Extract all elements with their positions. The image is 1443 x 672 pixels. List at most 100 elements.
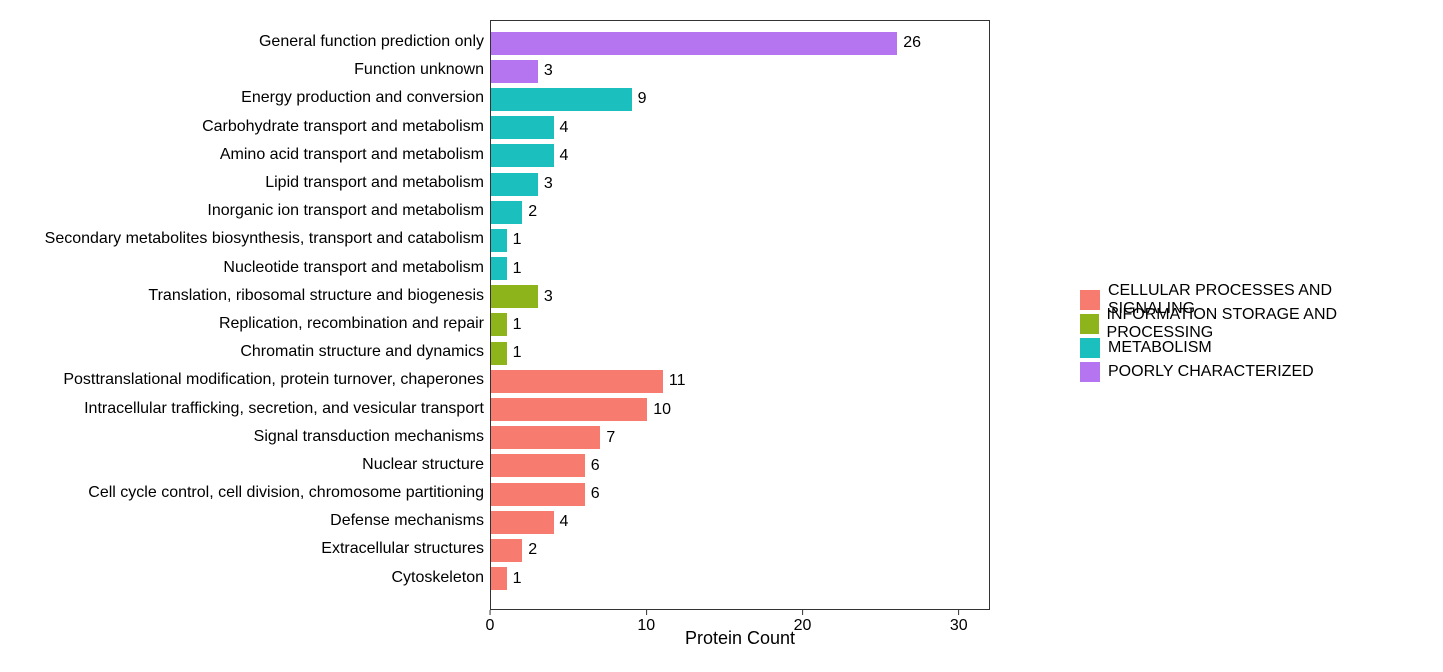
category-label: Translation, ribosomal structure and bio… [148, 287, 484, 305]
y-axis-label: Function unknown [20, 56, 490, 84]
bar-row: 4 [491, 114, 989, 142]
bar [491, 88, 632, 111]
category-label: Posttranslational modification, protein … [63, 371, 484, 389]
bar-value-label: 3 [544, 175, 553, 193]
bar-row: 26 [491, 29, 989, 57]
category-label: Cell cycle control, cell division, chrom… [88, 484, 484, 502]
category-label: Function unknown [354, 61, 484, 79]
bar-row: 11 [491, 367, 989, 395]
y-axis-label: Posttranslational modification, protein … [20, 366, 490, 394]
bar-value-label: 26 [903, 34, 921, 52]
bar-value-label: 9 [638, 90, 647, 108]
x-axis-tick: 10 [637, 610, 655, 635]
bar-value-label: 1 [513, 231, 522, 249]
category-label: Chromatin structure and dynamics [240, 343, 484, 361]
y-axis-label: General function prediction only [20, 28, 490, 56]
bar [491, 285, 538, 308]
bar-value-label: 1 [513, 316, 522, 334]
plot-panel: 26394432113111110766421 [490, 20, 990, 610]
category-label: Energy production and conversion [241, 89, 484, 107]
y-axis-label: Secondary metabolites biosynthesis, tran… [20, 225, 490, 253]
category-label: Amino acid transport and metabolism [220, 146, 484, 164]
x-tick-value: 0 [486, 617, 495, 635]
bar-row: 9 [491, 85, 989, 113]
bar-value-label: 2 [528, 541, 537, 559]
y-axis-label: Defense mechanisms [20, 507, 490, 535]
bar [491, 201, 522, 224]
bar [491, 144, 554, 167]
bar-row: 3 [491, 170, 989, 198]
legend-item: METABOLISM [1080, 337, 1423, 359]
category-label: Extracellular structures [321, 540, 484, 558]
bar-row: 3 [491, 57, 989, 85]
bar-value-label: 1 [513, 260, 522, 278]
bar [491, 483, 585, 506]
legend-item: INFORMATION STORAGE AND PROCESSING [1080, 313, 1423, 335]
bar [491, 370, 663, 393]
x-tick-value: 30 [950, 617, 968, 635]
y-axis-label: Lipid transport and metabolism [20, 169, 490, 197]
bar [491, 426, 600, 449]
bar-row: 1 [491, 255, 989, 283]
y-axis-label: Translation, ribosomal structure and bio… [20, 282, 490, 310]
bar [491, 539, 522, 562]
legend-swatch [1080, 362, 1100, 382]
legend-swatch [1080, 314, 1099, 334]
y-axis-label: Nucleotide transport and metabolism [20, 254, 490, 282]
bars-layer: 26394432113111110766421 [491, 21, 989, 609]
legend-label: METABOLISM [1108, 339, 1212, 357]
bar-value-label: 4 [560, 513, 569, 531]
bar-row: 6 [491, 480, 989, 508]
bar-row: 1 [491, 339, 989, 367]
bar-row: 6 [491, 452, 989, 480]
y-axis-label: Intracellular trafficking, secretion, an… [20, 394, 490, 422]
bar [491, 342, 507, 365]
category-label: Intracellular trafficking, secretion, an… [84, 400, 484, 418]
bar-row: 4 [491, 142, 989, 170]
bar-row: 4 [491, 508, 989, 536]
bar [491, 511, 554, 534]
bar [491, 229, 507, 252]
y-axis-label: Amino acid transport and metabolism [20, 141, 490, 169]
bar-value-label: 3 [544, 62, 553, 80]
plot-box: 26394432113111110766421 0102030 Protein … [490, 20, 990, 652]
legend-item: POORLY CHARACTERIZED [1080, 361, 1423, 383]
bar-value-label: 7 [606, 429, 615, 447]
x-axis-tick: 20 [794, 610, 812, 635]
bar [491, 32, 897, 55]
y-axis-label: Cytoskeleton [20, 564, 490, 592]
x-tick-value: 10 [637, 617, 655, 635]
x-axis-title: Protein Count [490, 628, 990, 649]
y-axis-label: Signal transduction mechanisms [20, 423, 490, 451]
category-label: Nuclear structure [362, 456, 484, 474]
legend-swatch [1080, 290, 1100, 310]
x-axis-tick: 0 [486, 610, 495, 635]
bar-value-label: 6 [591, 485, 600, 503]
x-tick-value: 20 [794, 617, 812, 635]
category-label: Secondary metabolites biosynthesis, tran… [45, 230, 484, 248]
bar-row: 10 [491, 395, 989, 423]
x-axis: 0102030 Protein Count [490, 610, 990, 652]
legend-swatch [1080, 338, 1100, 358]
bar-value-label: 1 [513, 570, 522, 588]
y-axis-label: Extracellular structures [20, 535, 490, 563]
category-label: Carbohydrate transport and metabolism [202, 118, 484, 136]
x-axis-tick: 30 [950, 610, 968, 635]
bar [491, 454, 585, 477]
category-label: Lipid transport and metabolism [265, 174, 484, 192]
category-label: Defense mechanisms [330, 512, 484, 530]
category-label: Signal transduction mechanisms [254, 428, 484, 446]
y-axis-label: Cell cycle control, cell division, chrom… [20, 479, 490, 507]
y-axis-label: Carbohydrate transport and metabolism [20, 113, 490, 141]
bar-row: 2 [491, 198, 989, 226]
category-label: Cytoskeleton [392, 569, 485, 587]
bar-value-label: 11 [669, 372, 686, 390]
category-label: Inorganic ion transport and metabolism [207, 202, 484, 220]
bar-row: 1 [491, 226, 989, 254]
y-axis-label: Chromatin structure and dynamics [20, 338, 490, 366]
legend-label: POORLY CHARACTERIZED [1108, 363, 1314, 381]
legend: CELLULAR PROCESSES AND SIGNALINGINFORMAT… [1080, 289, 1423, 383]
bar [491, 257, 507, 280]
category-label: Replication, recombination and repair [219, 315, 484, 333]
y-axis-label: Nuclear structure [20, 451, 490, 479]
